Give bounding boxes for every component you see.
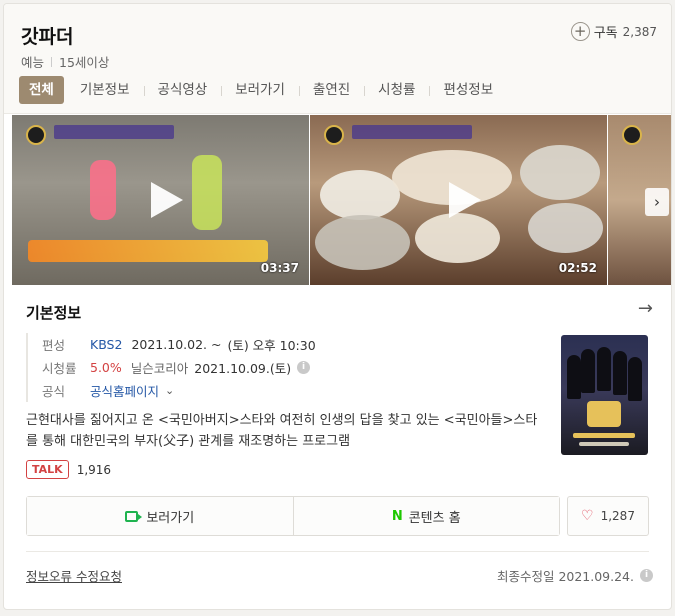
poster-figure [613, 351, 627, 395]
genre: 예능 [21, 55, 45, 70]
content-home-button[interactable]: N 콘텐츠 홈 [292, 497, 559, 535]
info-icon[interactable]: i [297, 361, 311, 374]
show-logo-icon [324, 125, 344, 145]
like-button[interactable]: ♡ 1,287 [567, 496, 649, 536]
age-rating: 15세이상 [59, 55, 110, 70]
naver-n-icon: N [391, 508, 403, 524]
subscribe-button[interactable]: + 구독 2,387 [570, 22, 657, 41]
arrow-right-icon[interactable]: → [638, 298, 653, 319]
broadcast-label: 편성 [42, 338, 66, 353]
video-duration: 03:37 [260, 261, 299, 275]
rice-bowl [320, 170, 400, 220]
program-title[interactable]: 갓파더 [21, 22, 73, 49]
watch-button[interactable]: 보러가기 [27, 497, 293, 535]
poster-figure [628, 357, 642, 401]
last-updated-text: 최종수정일 2021.09.24. [496, 569, 634, 584]
subscribe-count: 2,387 [622, 24, 657, 39]
tab-basic-info[interactable]: 기본정보 [66, 76, 144, 104]
poster-figure [597, 347, 611, 391]
talk-link[interactable]: TALK 1,916 [26, 460, 111, 479]
kimchi-plate [415, 213, 500, 263]
network-link[interactable]: KBS2 [90, 337, 122, 352]
video-duration: 02:52 [558, 261, 597, 275]
action-buttons: 보러가기 N 콘텐츠 홈 [26, 496, 560, 536]
play-icon[interactable] [150, 182, 183, 218]
tab-bar: 전체 기본정보 공식영상 보러가기 출연진 시청률 편성정보 [19, 76, 507, 104]
last-updated: 최종수정일 2021.09.24. i [497, 566, 653, 585]
caption-bar [352, 125, 472, 139]
poster-caption [573, 433, 635, 438]
content-home-label: 콘텐츠 홈 [408, 510, 461, 526]
rice-bowl [528, 203, 603, 253]
broadcast-schedule: (토) 오후 10:30 [227, 338, 316, 353]
official-label: 공식 [42, 384, 66, 399]
poster-caption [579, 442, 629, 446]
plus-icon: + [570, 22, 590, 41]
broadcast-date: 2021.10.02. ~ [131, 337, 222, 352]
talk-tag: TALK [26, 460, 69, 479]
video-thumbnail[interactable]: 03:37 [12, 115, 309, 285]
show-logo-icon [26, 125, 46, 145]
video-carousel: 03:37 02:52 › [12, 115, 671, 285]
program-poster[interactable] [561, 335, 648, 455]
ratings-date: 2021.10.09.(토) [194, 361, 292, 376]
chevron-down-icon: ⌄ [165, 384, 175, 397]
official-homepage-label: 공식홈페이지 [90, 384, 160, 399]
heart-icon: ♡ [581, 508, 594, 524]
tab-official-videos[interactable]: 공식영상 [143, 76, 222, 104]
ratings-label: 시청률 [42, 361, 77, 376]
tv-program-card: 갓파더 예능 15세이상 + 구독 2,387 전체 기본정보 공식영상 보러가… [3, 3, 672, 610]
footer-divider [26, 551, 649, 552]
soup-bowl [315, 215, 410, 270]
person-figure [90, 160, 116, 220]
broadcast-row: 편성 KBS2 2021.10.02. ~ (토) 오후 10:30 [42, 333, 546, 356]
official-homepage-link[interactable]: 공식홈페이지 ⌄ [90, 381, 174, 400]
play-icon[interactable] [448, 182, 481, 218]
tab-watch[interactable]: 보러가기 [221, 76, 299, 104]
soup-bowl [520, 145, 600, 200]
video-camera-icon [125, 510, 143, 522]
video-thumbnail[interactable]: 02:52 [310, 115, 607, 285]
program-meta: 예능 15세이상 [21, 52, 109, 71]
tab-schedule[interactable]: 편성정보 [429, 76, 507, 104]
show-logo-icon [622, 125, 642, 145]
poster-figure [567, 355, 581, 399]
ratings-row: 시청률 5.0% 닐슨코리아 2021.10.09.(토) i [42, 356, 546, 379]
tab-cast[interactable]: 출연진 [298, 76, 364, 104]
divider [51, 56, 53, 67]
talk-count: 1,916 [76, 462, 112, 477]
official-row: 공식 공식홈페이지 ⌄ [42, 379, 546, 402]
poster-logo [587, 401, 621, 427]
poster-figure [581, 349, 595, 393]
chevron-right-icon[interactable]: › [645, 188, 669, 216]
ratings-value: 5.0% [90, 360, 122, 375]
caption-banner [28, 240, 268, 262]
program-description: 근현대사를 짊어지고 온 <국민아버지>스타와 여전히 인생의 답을 찾고 있는… [26, 413, 538, 449]
section-title[interactable]: 기본정보 [26, 302, 81, 323]
subscribe-label: 구독 [593, 26, 618, 41]
person-figure [192, 155, 222, 230]
program-header: 갓파더 예능 15세이상 + 구독 2,387 전체 기본정보 공식영상 보러가… [4, 4, 671, 114]
info-rows: 편성 KBS2 2021.10.02. ~ (토) 오후 10:30 시청률 5… [26, 333, 546, 402]
tab-all[interactable]: 전체 [19, 76, 64, 104]
ratings-source: 닐슨코리아 [130, 361, 189, 376]
like-count: 1,287 [600, 509, 635, 523]
watch-label: 보러가기 [146, 510, 195, 526]
report-error-link[interactable]: 정보오류 수정요청 [26, 566, 122, 585]
caption-bar [54, 125, 174, 139]
tab-ratings[interactable]: 시청률 [364, 76, 429, 104]
info-icon[interactable]: i [640, 569, 653, 582]
